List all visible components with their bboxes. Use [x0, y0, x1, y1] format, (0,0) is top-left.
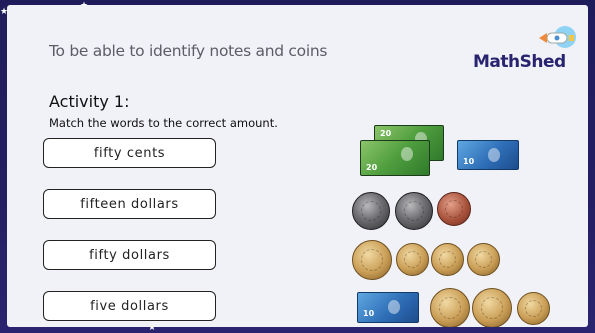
option-fifty-dollars-button[interactable]: fifty dollars [43, 240, 216, 270]
brand-logo: MathShed [473, 52, 566, 72]
silver-coin[interactable] [352, 192, 390, 230]
gold-coin[interactable] [431, 243, 464, 276]
lesson-objective: To be able to identify notes and coins [49, 42, 328, 60]
option-fifteen-dollars-button[interactable]: fifteen dollars [43, 189, 216, 219]
gold-coin[interactable] [352, 240, 392, 280]
gold-coin[interactable] [430, 288, 470, 327]
lesson-slide: To be able to identify notes and coins M… [7, 5, 588, 327]
silver-coin[interactable] [395, 192, 433, 230]
gold-coin[interactable] [472, 288, 512, 327]
option-fifty-cents-button[interactable]: fifty cents [43, 138, 216, 168]
gold-coin[interactable] [396, 243, 429, 276]
option-five-dollars-button[interactable]: five dollars [43, 291, 216, 321]
twenty-dollar-note[interactable]: 20 [360, 140, 430, 176]
gold-coin[interactable] [517, 292, 550, 325]
activity-instruction: Match the words to the correct amount. [49, 116, 278, 130]
ten-dollar-note[interactable]: 10 [357, 292, 419, 323]
copper-coin[interactable] [437, 192, 471, 226]
ten-dollar-note[interactable]: 10 [457, 140, 519, 170]
gold-coin[interactable] [467, 243, 500, 276]
activity-title: Activity 1: [49, 92, 130, 111]
